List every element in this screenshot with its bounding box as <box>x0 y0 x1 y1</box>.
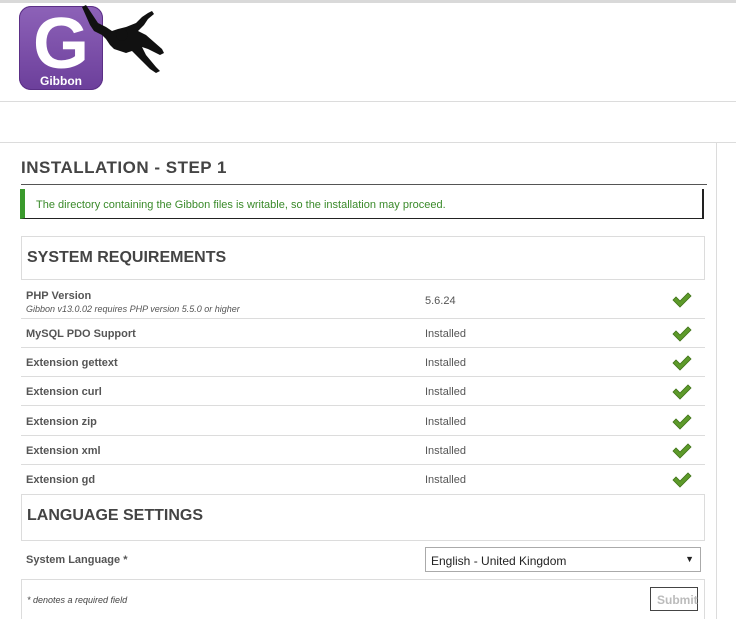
requirement-value: Installed <box>425 357 466 369</box>
table-row: Extension zip Installed <box>21 406 705 436</box>
required-field-note: * denotes a required field <box>27 595 128 605</box>
table-row: MySQL PDO Support Installed <box>21 319 705 348</box>
header: G Gibbon <box>0 3 736 102</box>
check-icon <box>672 355 692 371</box>
requirement-label: Extension curl <box>26 386 102 398</box>
check-icon <box>672 443 692 459</box>
requirement-label: MySQL PDO Support <box>26 328 136 340</box>
system-language-select[interactable]: English - United Kingdom ▼ <box>425 547 701 572</box>
requirement-value: Installed <box>425 386 466 398</box>
requirement-label: Extension xml <box>26 445 101 457</box>
system-requirements-title: SYSTEM REQUIREMENTS <box>27 249 227 266</box>
requirement-value: Installed <box>425 416 466 428</box>
check-icon <box>672 414 692 430</box>
requirement-sublabel: Gibbon v13.0.02 requires PHP version 5.5… <box>26 304 240 314</box>
requirement-label: Extension zip <box>26 416 97 428</box>
nav-strip <box>0 102 736 143</box>
requirement-value: Installed <box>425 474 466 486</box>
table-row: Extension xml Installed <box>21 436 705 465</box>
table-row: Extension curl Installed <box>21 377 705 406</box>
language-settings-title: LANGUAGE SETTINGS <box>27 507 204 524</box>
requirement-label: PHP Version <box>26 290 92 302</box>
page-title: INSTALLATION - STEP 1 <box>21 158 707 185</box>
requirement-value: 5.6.24 <box>425 295 456 307</box>
gibbon-logo[interactable]: G Gibbon <box>18 5 168 95</box>
system-requirements-heading: SYSTEM REQUIREMENTS <box>21 236 705 280</box>
dropdown-arrow-icon: ▼ <box>685 554 694 564</box>
check-icon <box>672 326 692 342</box>
gibbon-silhouette-icon <box>82 5 164 73</box>
language-row: System Language * English - United Kingd… <box>21 543 705 577</box>
check-icon <box>672 472 692 488</box>
language-settings-heading: LANGUAGE SETTINGS <box>21 494 705 541</box>
success-message: The directory containing the Gibbon file… <box>20 189 704 219</box>
table-row: Extension gettext Installed <box>21 348 705 377</box>
check-icon <box>672 292 692 308</box>
requirement-value: Installed <box>425 328 466 340</box>
submit-button[interactable]: Submit <box>650 587 698 611</box>
check-icon <box>672 384 692 400</box>
requirement-label: Extension gd <box>26 474 96 486</box>
system-language-label: System Language * <box>26 554 128 566</box>
requirement-label: Extension gettext <box>26 357 118 369</box>
table-row: Extension gd Installed <box>21 465 705 494</box>
success-message-text: The directory containing the Gibbon file… <box>36 199 446 211</box>
form-footer: * denotes a required field Submit <box>21 579 705 619</box>
logo-name: Gibbon <box>40 74 82 88</box>
requirement-value: Installed <box>425 445 466 457</box>
system-language-selected: English - United Kingdom <box>431 554 567 568</box>
table-row: PHP Version Gibbon v13.0.02 requires PHP… <box>21 283 705 319</box>
